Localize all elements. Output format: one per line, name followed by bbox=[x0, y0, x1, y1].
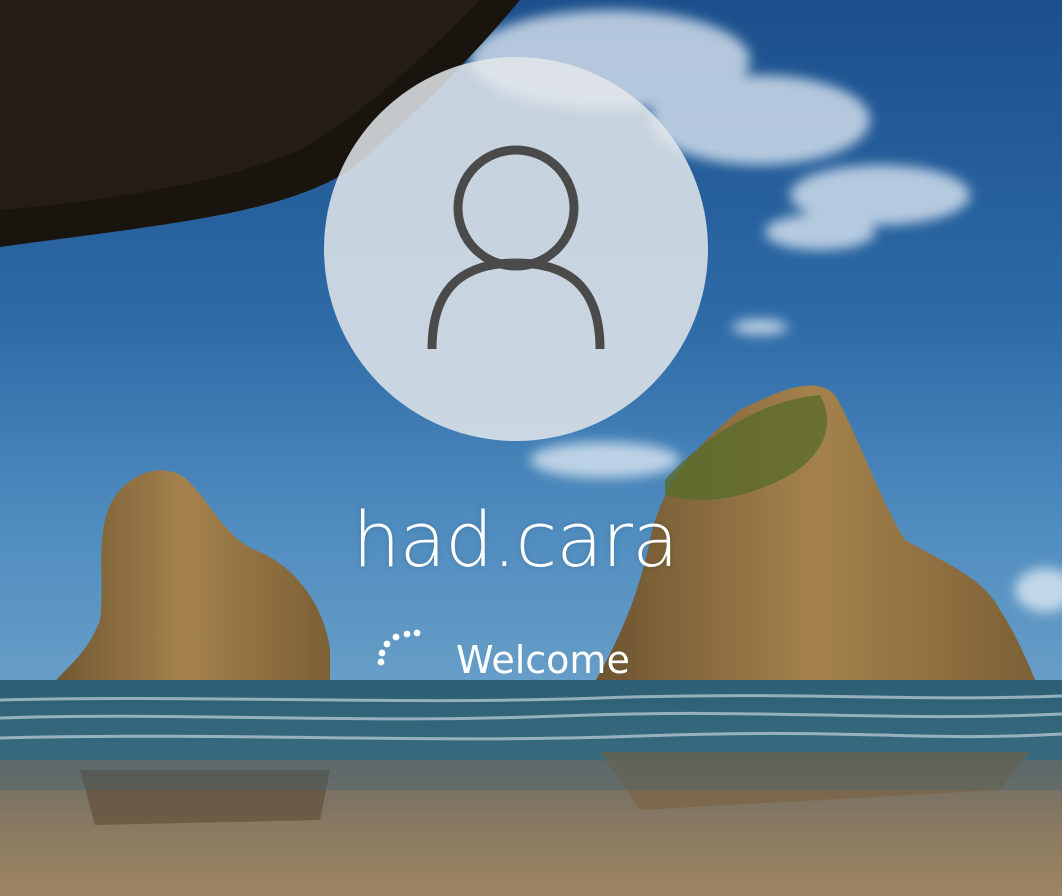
username-label: had.cara bbox=[352, 495, 678, 584]
user-avatar bbox=[324, 57, 708, 441]
loading-spinner-icon bbox=[377, 629, 421, 666]
user-icon bbox=[427, 145, 605, 350]
status-text: Welcome bbox=[456, 638, 630, 682]
